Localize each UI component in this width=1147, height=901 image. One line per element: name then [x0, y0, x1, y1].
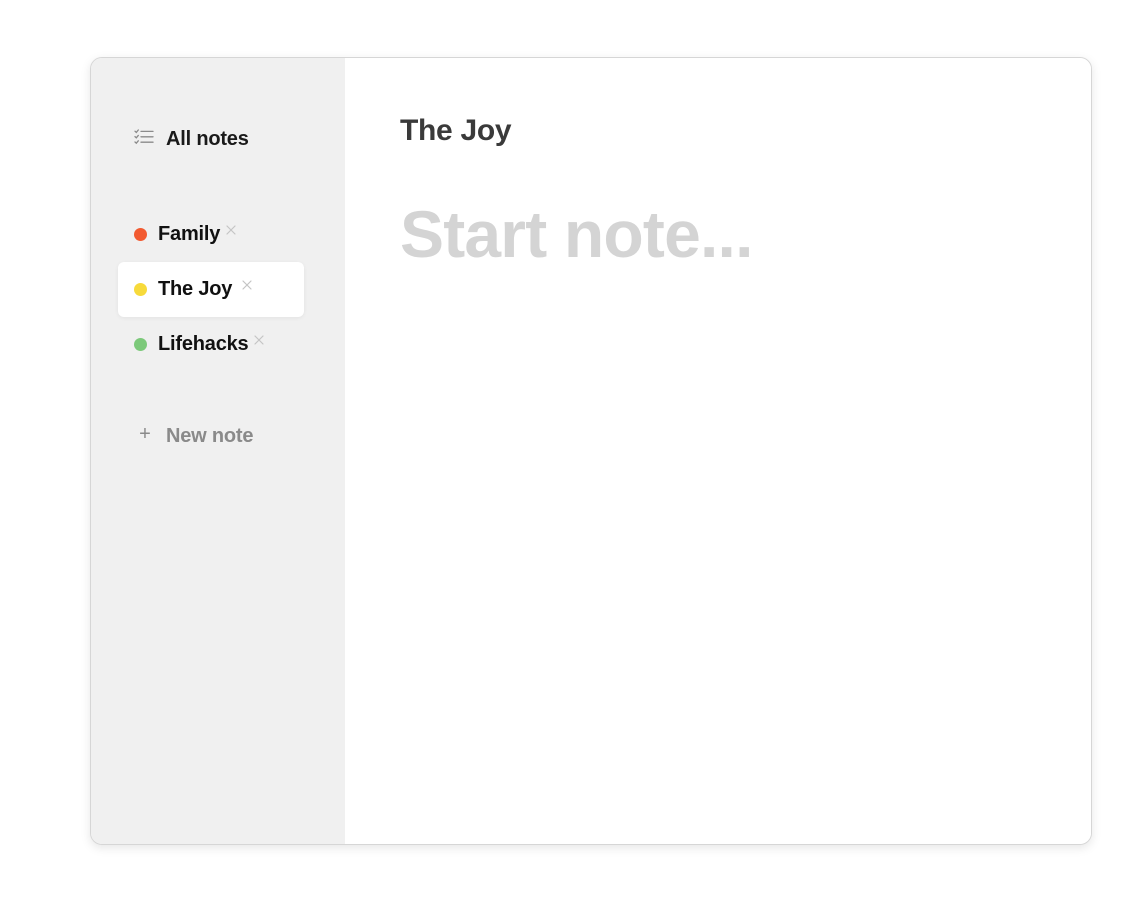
app-window: All notes Family The Joy Lifehacks + New…: [90, 57, 1092, 845]
note-color-dot: [134, 283, 147, 296]
note-color-dot: [134, 338, 147, 351]
note-label: The Joy: [158, 278, 233, 300]
note-item-the-joy[interactable]: The Joy: [118, 262, 304, 317]
note-color-dot: [134, 228, 147, 241]
new-note-button[interactable]: + New note: [137, 423, 254, 448]
list-icon: [134, 128, 154, 145]
sidebar: All notes Family The Joy Lifehacks + New…: [91, 58, 345, 844]
close-icon[interactable]: [253, 333, 265, 345]
plus-icon: +: [139, 423, 151, 445]
new-note-label: New note: [166, 425, 254, 447]
note-label: Lifehacks: [158, 333, 249, 355]
note-title[interactable]: The Joy: [400, 114, 512, 148]
close-icon[interactable]: [225, 223, 237, 235]
note-list: Family The Joy Lifehacks: [118, 207, 308, 372]
editor-pane: The Joy: [345, 58, 1091, 844]
all-notes-link[interactable]: All notes: [134, 125, 249, 150]
note-body-input[interactable]: [400, 196, 960, 272]
note-item-lifehacks[interactable]: Lifehacks: [118, 317, 308, 372]
all-notes-label: All notes: [166, 128, 249, 150]
note-label: Family: [158, 223, 221, 245]
close-icon[interactable]: [241, 278, 253, 290]
note-item-family[interactable]: Family: [118, 207, 308, 262]
